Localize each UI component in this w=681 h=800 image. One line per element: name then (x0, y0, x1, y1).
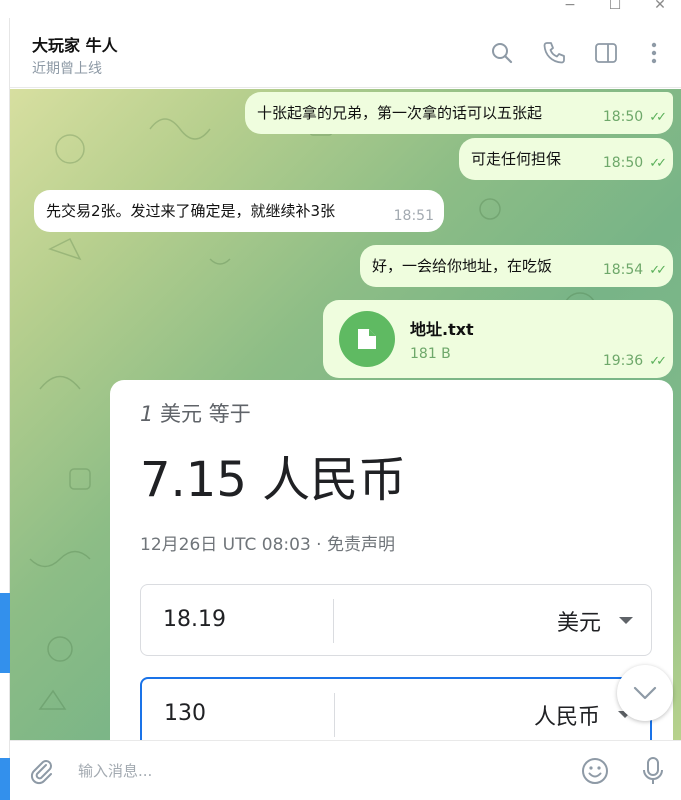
to-amount: 130 (164, 701, 206, 726)
file-icon (358, 329, 376, 349)
more-vertical-icon[interactable] (641, 40, 667, 66)
window-titlebar: − ☐ ✕ (0, 0, 681, 18)
conversion-amount: 1 (140, 402, 154, 426)
message-meta: 19:36 ✓✓ (602, 353, 667, 370)
message-meta: 18:51 (394, 208, 434, 224)
scroll-to-bottom-button[interactable] (617, 665, 673, 721)
from-amount: 18.19 (163, 607, 226, 632)
conversion-subtitle: 1 美元 等于 (140, 398, 251, 428)
file-name[interactable]: 地址.txt (410, 316, 474, 340)
message-text: 可走任何担保 (471, 150, 562, 168)
dropdown-caret-icon (619, 617, 633, 624)
chat-header: 大玩家 牛人 近期曾上线 (10, 18, 681, 88)
message-time: 18:54 (602, 262, 644, 278)
conversion-subtitle-text: 美元 等于 (153, 402, 251, 426)
message-time: 19:36 (602, 353, 644, 369)
read-checkmarks-icon: ✓✓ (649, 354, 667, 369)
outgoing-message[interactable]: 十张起拿的兄弟，第一次拿的话可以五张起 18:50 ✓✓ (245, 92, 673, 134)
file-message[interactable]: 地址.txt 181 B 19:36 ✓✓ (323, 300, 673, 378)
field-divider (334, 693, 335, 737)
outgoing-message[interactable]: 好，一会给你地址，在吃饭 18:54 ✓✓ (360, 245, 673, 287)
sidebar-toggle-icon[interactable] (593, 40, 619, 66)
message-time: 18:51 (393, 208, 434, 224)
chat-list-edge (0, 18, 10, 800)
read-checkmarks-icon: ✓✓ (649, 263, 667, 278)
file-size: 181 B (410, 346, 451, 362)
message-meta: 18:50 ✓✓ (602, 109, 667, 126)
microphone-icon[interactable] (638, 755, 668, 787)
emoji-icon[interactable] (580, 756, 610, 786)
incoming-message[interactable]: 先交易2张。发过来了确定是，就继续补3张 18:51 (34, 190, 444, 232)
outgoing-message[interactable]: 可走任何担保 18:50 ✓✓ (459, 138, 673, 180)
message-list[interactable]: 十张起拿的兄弟，第一次拿的话可以五张起 18:50 ✓✓ 可走任何担保 18:50… (10, 89, 681, 740)
message-time: 18:50 (602, 109, 644, 125)
close-icon[interactable]: ✕ (645, 0, 675, 18)
field-divider (333, 599, 334, 643)
file-download-button[interactable] (339, 311, 395, 367)
phone-icon[interactable] (541, 40, 567, 66)
message-meta: 18:50 ✓✓ (602, 155, 667, 172)
message-text: 好，一会给你地址，在吃饭 (372, 257, 553, 275)
message-input[interactable] (78, 757, 558, 785)
search-icon[interactable] (489, 40, 515, 66)
to-currency: 人民币 (533, 705, 600, 730)
from-currency: 美元 (556, 611, 601, 636)
chevron-down-icon (633, 686, 657, 700)
conversion-date-note: 12月26日 UTC 08:03 · 免责声明 (140, 535, 395, 555)
to-currency-field: 130 人民币 (140, 677, 652, 740)
message-text: 十张起拿的兄弟，第一次拿的话可以五张起 (257, 104, 543, 122)
read-checkmarks-icon: ✓✓ (649, 156, 667, 171)
image-message-currency-converter[interactable]: 1 美元 等于 7.15 人民币 12月26日 UTC 08:03 · 免责声明… (110, 380, 673, 740)
conversion-result: 7.15 人民币 (140, 452, 407, 508)
message-time: 18:50 (602, 155, 644, 171)
selected-chat-indicator (0, 593, 10, 673)
chat-list-accent (0, 758, 10, 800)
message-composer (10, 740, 681, 800)
from-currency-field: 18.19 美元 (140, 584, 652, 656)
chat-title[interactable]: 大玩家 牛人 (32, 32, 118, 56)
chat-status: 近期曾上线 (32, 61, 102, 77)
paperclip-icon[interactable] (26, 756, 56, 786)
message-text: 先交易2张。发过来了确定是，就继续补3张 (46, 202, 336, 220)
read-checkmarks-icon: ✓✓ (649, 110, 667, 125)
message-meta: 18:54 ✓✓ (602, 262, 667, 279)
minimize-icon[interactable]: − (555, 0, 585, 18)
maximize-icon[interactable]: ☐ (600, 0, 630, 18)
